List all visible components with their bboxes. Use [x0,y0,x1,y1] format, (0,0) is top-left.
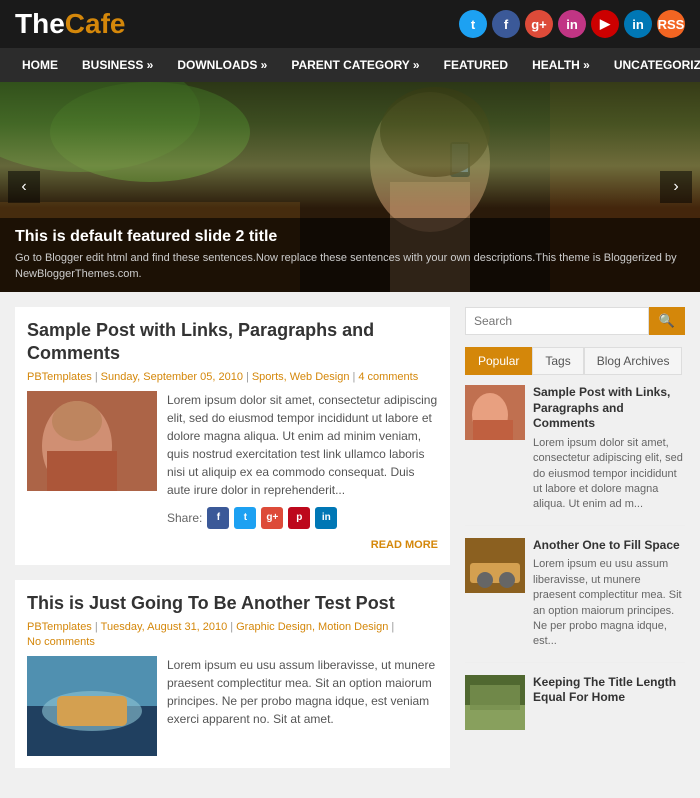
post-1-thumbnail [27,391,157,554]
post-2-meta: PBTemplates | Tuesday, August 31, 2010 |… [27,621,438,648]
tab-popular[interactable]: Popular [465,347,532,375]
share-gplus-btn[interactable]: g+ [261,507,283,529]
search-box: 🔍 [465,307,685,335]
nav-featured[interactable]: FEATURED [432,48,520,82]
header: TheCafe t f g+ in ▶ in RSS [0,0,700,48]
share-facebook-btn[interactable]: f [207,507,229,529]
youtube-icon[interactable]: ▶ [591,10,619,38]
slider-prev-button[interactable]: ‹ [8,171,40,203]
nav-business[interactable]: BUSINESS » [70,48,165,82]
slider-next-button[interactable]: › [660,171,692,203]
sidebar-post-3: Keeping The Title Length Equal For Home [465,675,685,742]
facebook-icon[interactable]: f [492,10,520,38]
post-2-comments[interactable]: No comments [27,636,95,648]
sidebar-post-1-content: Sample Post with Links, Paragraphs and C… [533,385,685,513]
post-2-tags: Graphic Design, Motion Design [236,621,388,633]
sidebar-tabs: Popular Tags Blog Archives [465,347,685,375]
social-icons-bar: t f g+ in ▶ in RSS [459,10,685,38]
featured-slider: ‹ › This is default featured slide 2 tit… [0,82,700,292]
post-1-title[interactable]: Sample Post with Links, Paragraphs and C… [27,319,438,366]
sidebar-post-3-thumbnail [465,675,525,730]
post-1-text: Lorem ipsum dolor sit amet, consectetur … [167,391,438,554]
nav-uncategorized[interactable]: UNCATEGORIZED [602,48,700,82]
navigation: HOME BUSINESS » DOWNLOADS » PARENT CATEG… [0,48,700,82]
nav-parent-category[interactable]: PARENT CATEGORY » [279,48,431,82]
nav-home[interactable]: HOME [10,48,70,82]
sidebar-post-1: Sample Post with Links, Paragraphs and C… [465,385,685,526]
post-2: This is Just Going To Be Another Test Po… [15,580,450,767]
search-input[interactable] [465,307,649,335]
sidebar-post-2-content: Another One to Fill Space Lorem ipsum eu… [533,538,685,650]
sidebar-post-1-text: Lorem ipsum dolor sit amet, consectetur … [533,436,685,513]
linkedin-icon[interactable]: in [624,10,652,38]
sidebar-post-2: Another One to Fill Space Lorem ipsum eu… [465,538,685,663]
post-2-title[interactable]: This is Just Going To Be Another Test Po… [27,592,438,615]
post-1-author: PBTemplates [27,371,92,383]
twitter-icon[interactable]: t [459,10,487,38]
post-1-comments[interactable]: 4 comments [358,371,418,383]
sidebar-post-3-content: Keeping The Title Length Equal For Home [533,675,685,730]
sidebar-post-2-title[interactable]: Another One to Fill Space [533,538,685,554]
post-1-tags: Sports, Web Design [252,371,350,383]
post-1-share: Share: f t g+ p in [167,507,438,529]
googleplus-icon[interactable]: g+ [525,10,553,38]
share-twitter-btn[interactable]: t [234,507,256,529]
nav-downloads[interactable]: DOWNLOADS » [165,48,279,82]
slider-caption: This is default featured slide 2 title G… [0,218,700,292]
sidebar-post-2-thumbnail [465,538,525,593]
posts-column: Sample Post with Links, Paragraphs and C… [15,307,450,783]
slider-desc: Go to Blogger edit html and find these s… [15,251,685,282]
share-label: Share: [167,509,202,527]
slider-title: This is default featured slide 2 title [15,228,685,246]
rss-icon[interactable]: RSS [657,10,685,38]
search-button[interactable]: 🔍 [649,307,685,335]
instagram-icon[interactable]: in [558,10,586,38]
post-1-body: Lorem ipsum dolor sit amet, consectetur … [27,391,438,554]
sidebar-post-2-text: Lorem ipsum eu usu assum liberavisse, ut… [533,557,685,649]
sidebar-post-1-thumbnail [465,385,525,440]
post-2-author: PBTemplates [27,621,92,633]
logo-the: The [15,8,65,39]
post-2-thumbnail [27,656,157,756]
site-logo[interactable]: TheCafe [15,8,125,40]
post-1-thumb-image [27,391,157,491]
main-content-area: Sample Post with Links, Paragraphs and C… [0,292,700,798]
post-1-date: Sunday, September 05, 2010 [101,371,243,383]
share-linkedin-btn[interactable]: in [315,507,337,529]
logo-cafe: Cafe [65,8,126,39]
post-2-thumb-image [27,656,157,756]
post-2-date: Tuesday, August 31, 2010 [101,621,228,633]
post-1: Sample Post with Links, Paragraphs and C… [15,307,450,565]
share-pinterest-btn[interactable]: p [288,507,310,529]
tab-tags[interactable]: Tags [532,347,583,375]
sidebar-post-3-title[interactable]: Keeping The Title Length Equal For Home [533,675,685,706]
post-1-read-more[interactable]: READ MORE [167,537,438,554]
post-2-text: Lorem ipsum eu usu assum liberavisse, ut… [167,656,438,756]
tab-blog-archives[interactable]: Blog Archives [584,347,683,375]
nav-health[interactable]: HEALTH » [520,48,602,82]
sidebar-post-1-title[interactable]: Sample Post with Links, Paragraphs and C… [533,385,685,432]
post-1-meta: PBTemplates | Sunday, September 05, 2010… [27,371,438,383]
post-2-body: Lorem ipsum eu usu assum liberavisse, ut… [27,656,438,756]
sidebar: 🔍 Popular Tags Blog Archives Sample Post… [465,307,685,783]
